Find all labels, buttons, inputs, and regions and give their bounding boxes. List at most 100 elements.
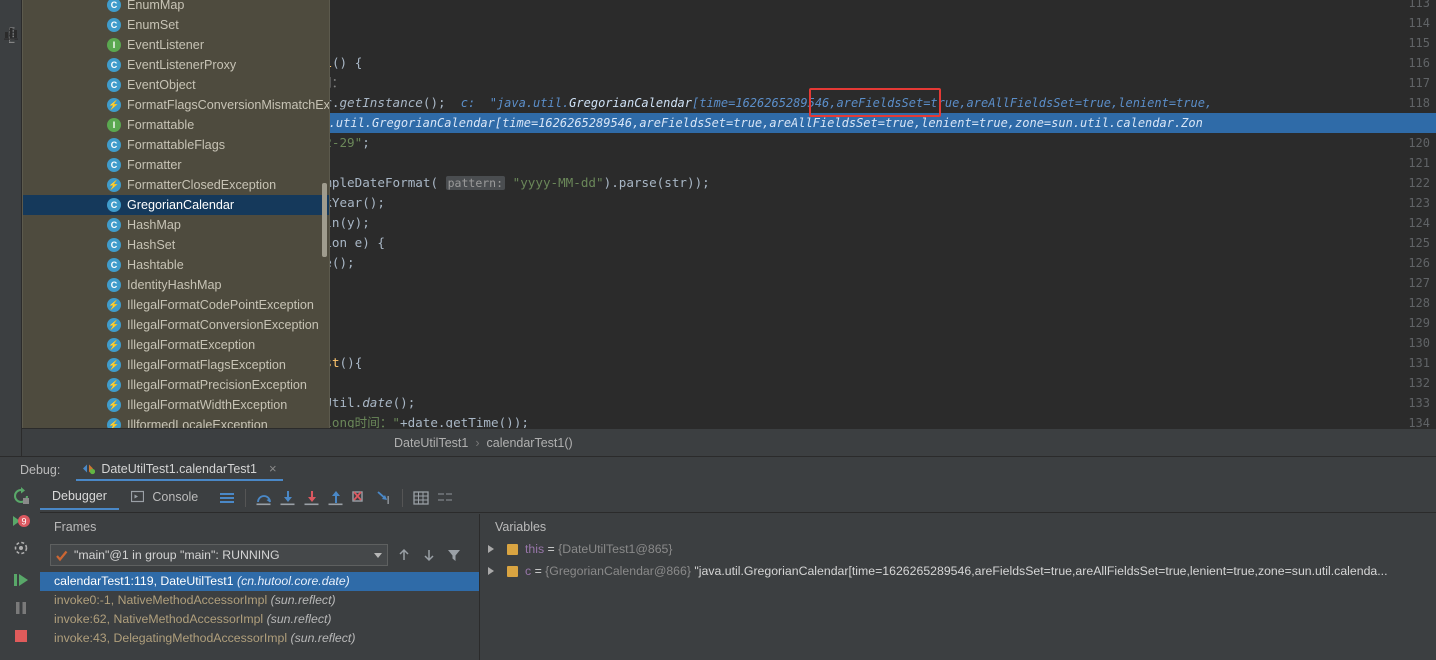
debug-session-icon: [83, 464, 96, 475]
settings-icon[interactable]: [436, 489, 454, 507]
variable-text: c = {GregorianCalendar@866} "java.util.G…: [525, 564, 1388, 578]
run-to-cursor-icon[interactable]: [375, 489, 393, 507]
frame-name: calendarTest1:119, DateUtilTest1: [54, 574, 234, 588]
step-out-icon[interactable]: [327, 489, 345, 507]
variable-row[interactable]: this = {DateUtilTest1@865}: [481, 538, 1436, 560]
step-into-icon[interactable]: [279, 489, 297, 507]
class-list-item[interactable]: ⚡ FormatterClosedException: [23, 175, 329, 195]
expand-triangle-icon[interactable]: [488, 567, 494, 575]
class-list-item-label: HashMap: [127, 218, 181, 232]
chart-icon[interactable]: [3, 24, 19, 40]
force-step-into-icon[interactable]: [303, 489, 321, 507]
class-icon: C: [107, 78, 121, 92]
class-list-item[interactable]: ⚡ IllegalFormatException: [23, 335, 329, 355]
tab-debugger[interactable]: Debugger: [40, 486, 119, 510]
breadcrumb-method[interactable]: calendarTest1(): [487, 436, 573, 450]
frame-package: (sun.reflect): [266, 612, 332, 626]
down-arrow-icon[interactable]: [421, 547, 437, 563]
class-list-item-label: EnumSet: [127, 18, 179, 32]
exception-icon: ⚡: [107, 298, 121, 312]
up-arrow-icon[interactable]: [396, 547, 412, 563]
exception-icon: ⚡: [107, 358, 121, 372]
frames-pane: Frames "main"@1 in group "main": RUNNING…: [40, 514, 480, 660]
class-list-item[interactable]: C EventObject: [23, 75, 329, 95]
class-list-item-label: Formatter: [127, 158, 182, 172]
popup-scrollbar[interactable]: [322, 183, 327, 257]
filter-icon[interactable]: [446, 547, 462, 563]
exception-icon: ⚡: [107, 398, 121, 412]
class-list-item[interactable]: ⚡ IllegalFormatFlagsException: [23, 355, 329, 375]
expand-triangle-icon[interactable]: [488, 545, 494, 553]
class-list-item-label: IllegalFormatFlagsException: [127, 358, 286, 372]
class-list-item-label: IllegalFormatWidthException: [127, 398, 288, 412]
class-list-item[interactable]: I EventListener: [23, 35, 329, 55]
class-list-item-label: GregorianCalendar: [127, 198, 235, 212]
frame-list-item[interactable]: invoke:62, NativeMethodAccessorImpl (sun…: [40, 610, 479, 629]
rerun-icon[interactable]: [12, 487, 30, 505]
frame-package: (cn.hutool.core.date): [236, 574, 350, 588]
debug-side-toolbar[interactable]: 9: [0, 483, 40, 660]
class-list-item[interactable]: ⚡ IllegalFormatConversionException: [23, 315, 329, 335]
class-list-item[interactable]: C EventListenerProxy: [23, 55, 329, 75]
close-icon[interactable]: ×: [269, 461, 277, 476]
mute-breakpoints-icon[interactable]: [12, 539, 30, 557]
frame-list-item[interactable]: invoke0:-1, NativeMethodAccessorImpl (su…: [40, 591, 479, 610]
class-list-item[interactable]: C FormattableFlags: [23, 135, 329, 155]
show-execution-point-icon[interactable]: [218, 489, 236, 507]
breadcrumb-separator-icon: ›: [475, 435, 480, 450]
view-breakpoints-icon[interactable]: 9: [12, 513, 30, 531]
class-icon: C: [107, 58, 121, 72]
class-list-item[interactable]: C IdentityHashMap: [23, 275, 329, 295]
variable-row[interactable]: c = {GregorianCalendar@866} "java.util.G…: [481, 560, 1436, 582]
frame-list-item[interactable]: calendarTest1:119, DateUtilTest1 (cn.hut…: [40, 572, 479, 591]
frame-list-item[interactable]: invoke:43, DelegatingMethodAccessorImpl …: [40, 629, 479, 648]
class-list-item[interactable]: C HashSet: [23, 235, 329, 255]
class-list-item[interactable]: ⚡ IllegalFormatCodePointException: [23, 295, 329, 315]
exception-icon: ⚡: [107, 178, 121, 192]
toolbar-separator: [245, 488, 247, 507]
stop-icon[interactable]: [12, 627, 30, 645]
class-icon: C: [107, 18, 121, 32]
frame-name: invoke0:-1, NativeMethodAccessorImpl: [54, 593, 268, 607]
class-list-item[interactable]: I Formattable: [23, 115, 329, 135]
interface-icon: I: [107, 38, 121, 52]
class-list-item[interactable]: C EnumSet: [23, 15, 329, 35]
class-list-popup[interactable]: C EnumMap C EnumSet I EventListener C EventList…: [22, 0, 330, 438]
evaluate-expression-icon[interactable]: [412, 489, 430, 507]
class-icon: C: [107, 218, 121, 232]
class-icon: C: [107, 138, 121, 152]
class-list-item[interactable]: C GregorianCalendar: [23, 195, 329, 215]
class-list-item[interactable]: C Formatter: [23, 155, 329, 175]
frame-package: (sun.reflect): [290, 631, 356, 645]
debug-session-tab[interactable]: DateUtilTest1.calendarTest1 ×: [76, 459, 283, 481]
tab-console-label: Console: [152, 489, 199, 504]
variable-id: {GregorianCalendar@866}: [545, 564, 691, 578]
variable-value: "java.util.GregorianCalendar[time=162626…: [694, 564, 1388, 578]
field-icon: [507, 566, 518, 577]
thread-selector[interactable]: "main"@1 in group "main": RUNNING: [50, 544, 388, 566]
class-list-item-label: IdentityHashMap: [127, 278, 222, 292]
tab-console[interactable]: Console: [119, 487, 210, 509]
class-list-item[interactable]: ⚡ FormatFlagsConversionMismatchException: [23, 95, 329, 115]
frame-name: invoke:62, NativeMethodAccessorImpl: [54, 612, 264, 626]
class-list-item-label: IllegalFormatCodePointException: [127, 298, 314, 312]
breadcrumb-class[interactable]: DateUtilTest1: [394, 436, 468, 450]
svg-text:9: 9: [21, 517, 26, 527]
class-list-item[interactable]: C HashMap: [23, 215, 329, 235]
class-list-item-label: EnumMap: [127, 0, 185, 12]
console-icon: [130, 490, 144, 502]
variables-title: Variables: [495, 520, 547, 534]
class-list-item[interactable]: ⚡ IllegalFormatPrecisionException: [23, 375, 329, 395]
class-list-item[interactable]: C EnumMap: [23, 0, 329, 15]
breadcrumb: DateUtilTest1 › calendarTest1(): [22, 428, 1436, 456]
exception-icon: ⚡: [107, 338, 121, 352]
debug-tabs-toolbar[interactable]: Debugger Console: [40, 483, 1436, 513]
drop-frame-icon[interactable]: [351, 489, 369, 507]
step-over-icon[interactable]: [255, 489, 273, 507]
pause-program-icon[interactable]: [12, 599, 30, 617]
debug-tool-window: Debug: DateUtilTest1.calendarTest1 × 9 D…: [0, 456, 1436, 660]
class-list-item[interactable]: C Hashtable: [23, 255, 329, 275]
chevron-down-icon[interactable]: [373, 550, 383, 560]
resume-program-icon[interactable]: [12, 571, 30, 589]
class-list-item[interactable]: ⚡ IllegalFormatWidthException: [23, 395, 329, 415]
